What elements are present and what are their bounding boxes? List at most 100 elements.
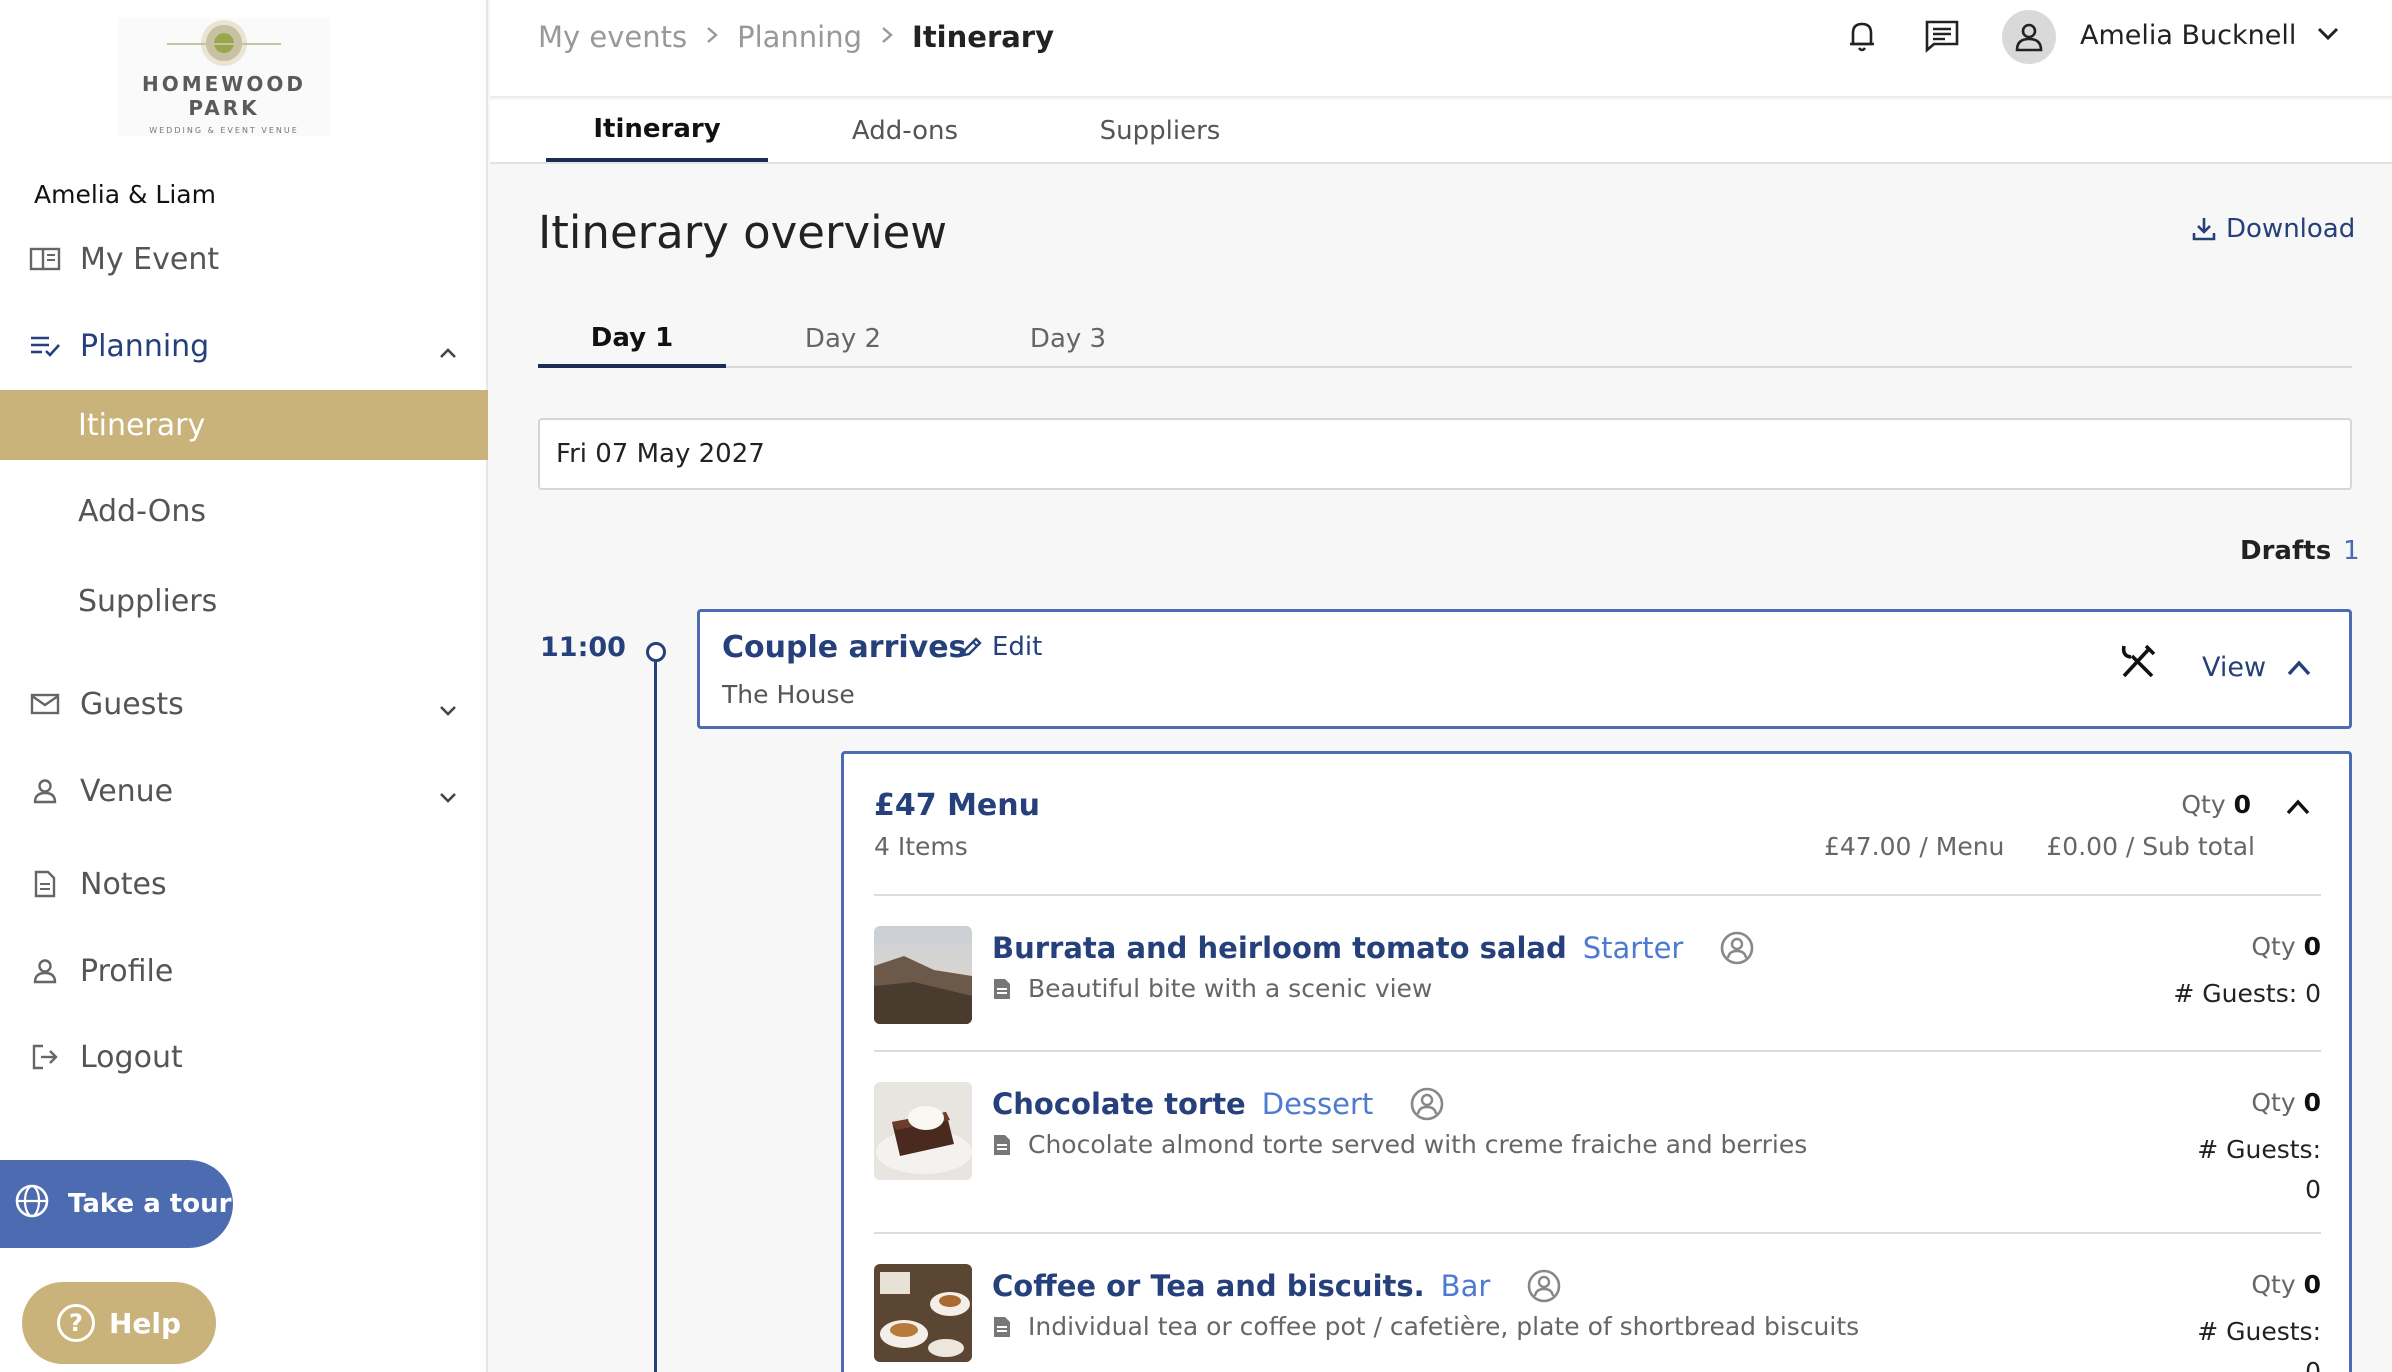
note-icon [994,978,1010,999]
event-location: The House [722,680,855,709]
qty-value: 0 [2303,1270,2321,1299]
day-tabs: Day 1 Day 2 Day 3 [538,312,2352,368]
item-description: Chocolate almond torte served with creme… [992,1130,1807,1159]
item-category: Dessert [1261,1087,1374,1121]
item-category: Bar [1440,1269,1491,1303]
drafts-number: 1 [2343,536,2360,566]
item-guests: # Guests: 0 [2173,979,2321,1008]
user-name[interactable]: Amelia Bucknell [2080,20,2296,51]
sidebar-item-logout[interactable]: Logout [0,1022,488,1092]
item-name[interactable]: Coffee or Tea and biscuits. Bar [992,1268,1562,1304]
page-title: Itinerary overview [538,206,948,259]
menu-qty: Qty 0 [2181,790,2251,819]
tab-add-ons[interactable]: Add-ons [800,100,1010,162]
logout-icon [28,1040,62,1074]
item-title: Coffee or Tea and biscuits. [992,1269,1425,1303]
item-title: Chocolate torte [992,1087,1246,1121]
sidebar-subitem-suppliers[interactable]: Suppliers [0,566,488,636]
view-toggle-button[interactable]: View [2202,652,2312,683]
sidebar-item-notes[interactable]: Notes [0,849,488,919]
chevron-right-icon [705,23,719,51]
tab-day-3[interactable]: Day 3 [978,312,1158,366]
sidebar-item-profile[interactable]: Profile [0,936,488,1006]
item-category: Starter [1582,931,1684,965]
chevron-down-icon[interactable] [2316,26,2340,46]
menu-item-count: 4 Items [874,832,968,861]
qty-label: Qty [2181,790,2226,819]
book-open-icon [28,242,62,276]
item-guests: # Guests: 0 [2197,1130,2321,1210]
sidebar-item-planning[interactable]: Planning [0,311,488,381]
person-circle-icon[interactable] [1719,930,1755,966]
sidebar-subitem-add-ons[interactable]: Add-Ons [0,476,488,546]
item-image [874,1264,972,1362]
bell-icon[interactable] [1846,18,1878,58]
section-tabs: Itinerary Add-ons Suppliers [490,100,2392,164]
venue-logo[interactable]: HOMEWOOD PARK WEDDING & EVENT VENUE [118,18,330,136]
unit-price: £47.00 / Menu [1823,832,2005,861]
chevron-right-icon [880,23,894,51]
edit-event-button[interactable]: Edit [960,632,1042,662]
question-icon: ? [56,1304,95,1342]
logo-emblem-icon [167,20,281,66]
item-name[interactable]: Burrata and heirloom tomato salad Starte… [992,930,1755,966]
chat-icon[interactable] [1924,18,1960,58]
pencil-icon [962,637,982,657]
tab-day-2[interactable]: Day 2 [758,312,928,366]
person-circle-icon[interactable] [1409,1086,1445,1122]
menu-title: £47 Menu [874,788,1040,823]
sidebar-item-label: Logout [80,1039,183,1075]
note-icon [994,1316,1010,1337]
document-icon [28,867,62,901]
breadcrumb-current: Itinerary [912,20,1055,54]
tab-itinerary[interactable]: Itinerary [546,100,768,162]
download-button[interactable]: Download [2192,214,2355,244]
sidebar-item-label: Profile [80,953,174,989]
person-icon [28,774,62,808]
logo-line1: HOMEWOOD [142,72,306,96]
edit-label: Edit [992,632,1043,662]
help-button[interactable]: ? Help [22,1282,216,1364]
item-qty: Qty 0 [2251,1088,2321,1117]
checklist-icon [28,329,62,363]
drafts-count[interactable]: Drafts 1 [2240,536,2360,566]
qty-value: 0 [2303,1088,2321,1117]
breadcrumb-my-events[interactable]: My events [538,20,687,54]
tab-suppliers[interactable]: Suppliers [1050,100,1270,162]
item-desc-text: Beautiful bite with a scenic view [1028,974,1433,1003]
sidebar-item-my-event[interactable]: My Event [0,224,488,294]
note-icon [994,1134,1010,1155]
top-bar: My events Planning Itinerary Amelia Buck… [490,0,2392,98]
sidebar-item-guests[interactable]: Guests [0,669,488,739]
sidebar-subitem-itinerary[interactable]: Itinerary [0,390,488,460]
couple-name: Amelia & Liam [34,180,216,209]
drafts-label: Drafts [2240,536,2332,566]
item-desc-text: Individual tea or coffee pot / cafetière… [1028,1312,1860,1341]
sidebar-item-label: Planning [80,328,210,364]
sidebar-item-label: My Event [80,241,220,277]
event-title: Couple arrives [722,630,967,665]
item-name[interactable]: Chocolate torte Dessert [992,1086,1445,1122]
sidebar-item-venue[interactable]: Venue [0,756,488,826]
item-image [874,1082,972,1180]
date-field[interactable]: Fri 07 May 2027 [538,418,2352,490]
qty-label: Qty [2251,1270,2296,1299]
chevron-up-icon[interactable] [2285,798,2311,820]
take-a-tour-button[interactable]: Take a tour [0,1160,233,1248]
item-title: Burrata and heirloom tomato salad [992,931,1567,965]
sidebar-item-label: Notes [80,866,167,902]
divider [874,1232,2321,1234]
qty-label: Qty [2251,932,2296,961]
breadcrumb-planning[interactable]: Planning [737,20,862,54]
timeline-line [654,662,657,1372]
avatar[interactable] [2002,10,2056,64]
menu-price: £47.00 / Menu £0.00 / Sub total [1824,832,2255,861]
tab-day-1[interactable]: Day 1 [538,312,726,368]
item-description: Beautiful bite with a scenic view [992,974,1432,1003]
download-label: Download [2226,214,2356,244]
globe-icon [14,1183,50,1226]
cutlery-icon [2118,642,2158,686]
item-desc-text: Chocolate almond torte served with creme… [1028,1130,1808,1159]
person-circle-icon[interactable] [1526,1268,1562,1304]
subtotal: £0.00 / Sub total [2046,832,2255,861]
